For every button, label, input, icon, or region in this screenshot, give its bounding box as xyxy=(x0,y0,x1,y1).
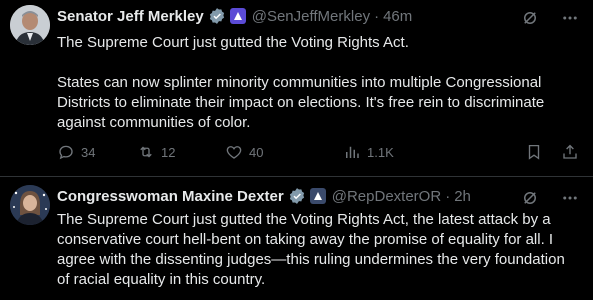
share-icon[interactable] xyxy=(561,143,579,161)
tweet-header: Congresswoman Maxine Dexter @RepDexterOR… xyxy=(57,186,533,206)
government-affiliation-icon xyxy=(309,188,326,204)
tweet-actions: 34 12 40 1.1K xyxy=(57,143,579,161)
repost-icon xyxy=(137,143,155,161)
separator-dot: · xyxy=(445,187,451,205)
views-icon xyxy=(343,143,361,161)
timestamp[interactable]: 2h xyxy=(454,188,471,205)
verified-badge-icon xyxy=(208,7,226,25)
author-handle[interactable]: @SenJeffMerkley xyxy=(252,8,370,25)
tweet-paragraph: The Supreme Court just gutted the Voting… xyxy=(57,211,565,288)
author-handle[interactable]: @RepDexterOR xyxy=(332,188,441,205)
grok-icon[interactable] xyxy=(521,9,539,27)
tweet-header: Senator Jeff Merkley @SenJeffMerkley · 4… xyxy=(57,6,533,26)
reply-icon xyxy=(57,143,75,161)
more-icon[interactable] xyxy=(561,9,579,27)
repost-count: 12 xyxy=(161,144,176,160)
tweet[interactable]: Congresswoman Maxine Dexter @RepDexterOR… xyxy=(0,177,593,300)
more-icon[interactable] xyxy=(561,189,579,207)
repost-button[interactable]: 12 xyxy=(137,143,225,161)
views-button[interactable]: 1.1K xyxy=(343,143,431,161)
like-count: 40 xyxy=(249,144,264,160)
like-button[interactable]: 40 xyxy=(225,143,343,161)
government-affiliation-icon xyxy=(229,8,246,24)
tweet-paragraph: States can now splinter minority communi… xyxy=(57,74,545,131)
tweet-secondary-actions xyxy=(525,143,579,161)
reply-button[interactable]: 34 xyxy=(57,143,137,161)
verified-badge-icon xyxy=(288,187,306,205)
avatar[interactable] xyxy=(10,185,50,225)
author-name[interactable]: Senator Jeff Merkley xyxy=(57,8,204,25)
grok-icon[interactable] xyxy=(521,189,539,207)
tweet-top-actions xyxy=(521,9,579,27)
tweet-text: The Supreme Court just gutted the Voting… xyxy=(57,210,577,290)
bookmark-icon[interactable] xyxy=(525,143,543,161)
tweet-paragraph: The Supreme Court just gutted the Voting… xyxy=(57,34,409,51)
author-name[interactable]: Congresswoman Maxine Dexter xyxy=(57,188,284,205)
like-icon xyxy=(225,143,243,161)
avatar[interactable] xyxy=(10,5,50,45)
reply-count: 34 xyxy=(81,144,96,160)
tweet-top-actions xyxy=(521,189,579,207)
tweet[interactable]: Senator Jeff Merkley @SenJeffMerkley · 4… xyxy=(0,0,593,177)
views-count: 1.1K xyxy=(367,144,394,160)
tweet-text: The Supreme Court just gutted the Voting… xyxy=(57,33,577,133)
timestamp[interactable]: 46m xyxy=(383,8,412,25)
separator-dot: · xyxy=(374,7,380,25)
